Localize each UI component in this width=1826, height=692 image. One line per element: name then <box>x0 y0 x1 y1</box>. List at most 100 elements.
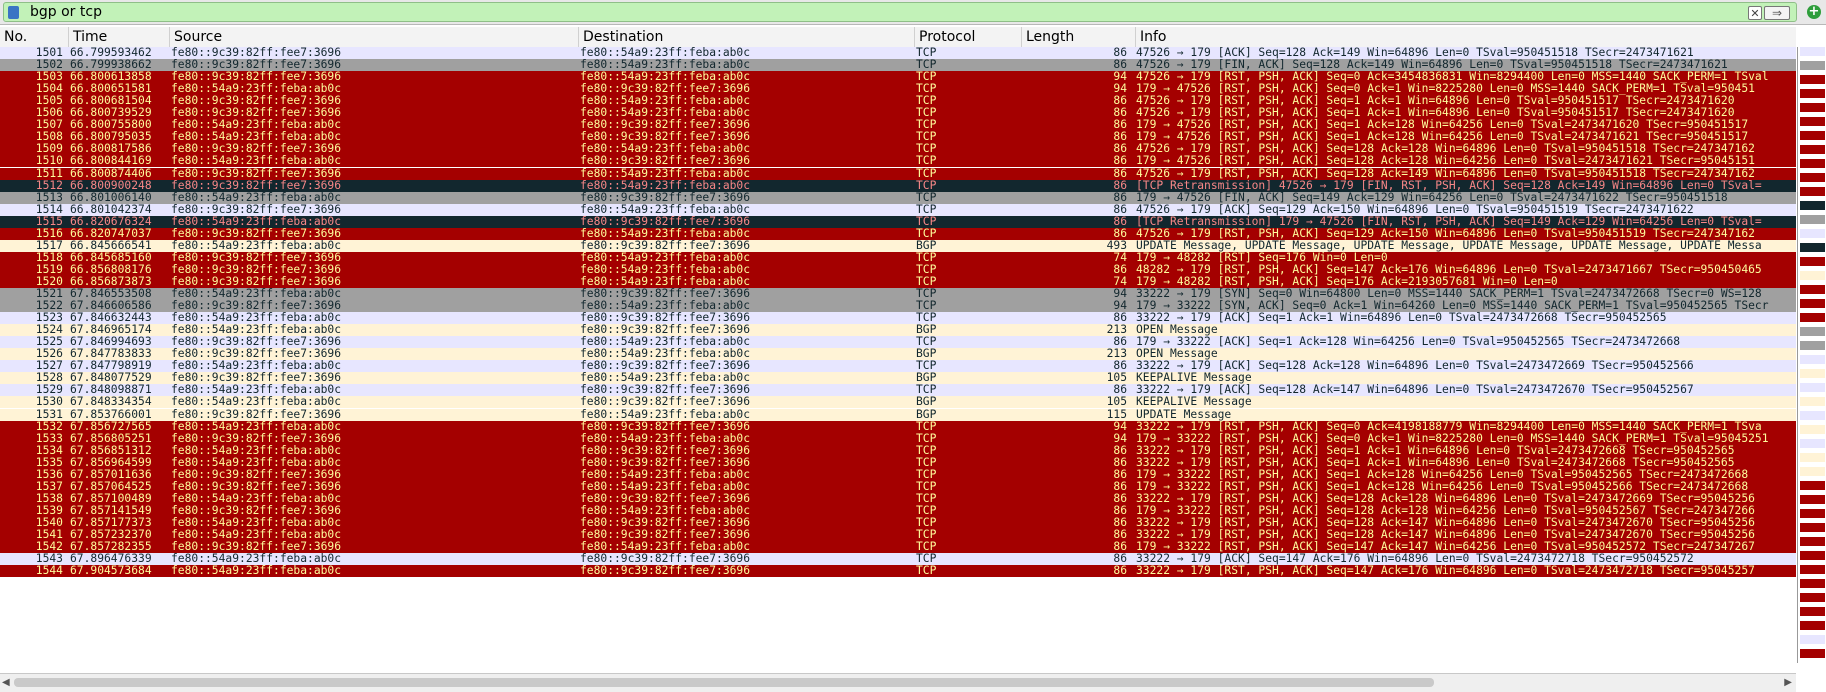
column-header-time[interactable]: Time <box>68 27 169 47</box>
packet-cell-len: 86 <box>1113 227 1127 240</box>
packet-cell-dst: fe80::54a9:23ff:feba:ab0c <box>580 71 751 84</box>
packet-cell-time: 66.801042374 <box>70 203 152 216</box>
packet-row[interactable]: 1528 67.848077529 fe80::9c39:82ff:fee7:369… <box>0 372 1796 385</box>
column-header-no[interactable]: No. <box>0 27 68 47</box>
packet-cell-no: 1511 <box>35 167 63 180</box>
column-header-source[interactable]: Source <box>169 27 578 47</box>
packet-cell-proto: TCP <box>916 336 937 349</box>
packet-row[interactable]: 1523 67.846632443 fe80::54a9:23ff:feba:ab0… <box>0 312 1796 325</box>
packet-cell-time: 67.846965174 <box>70 324 152 337</box>
packet-row[interactable]: 1519 66.856808176 fe80::9c39:82ff:fee7:369… <box>0 263 1796 276</box>
packet-cell-dst: fe80::54a9:23ff:feba:ab0c <box>580 300 751 313</box>
packet-row[interactable]: 1501 66.799593462 fe80::9c39:82ff:fee7:369… <box>0 47 1796 60</box>
packet-cell-info: 179 → 47526 [RST, PSH, ACK] Seq=128 Ack=… <box>1136 155 1755 168</box>
packet-cell-dst: fe80::54a9:23ff:feba:ab0c <box>580 372 751 385</box>
packet-cell-no: 1506 <box>35 107 63 120</box>
packet-cell-no: 1528 <box>35 372 63 385</box>
packet-row[interactable]: 1538 67.857100489 fe80::54a9:23ff:feba:ab0… <box>0 492 1796 505</box>
apply-filter-icon[interactable]: ⇒ <box>1764 6 1790 20</box>
packet-row[interactable]: 1517 66.845666541 fe80::54a9:23ff:feba:ab0… <box>0 239 1796 252</box>
packet-cell-proto: TCP <box>916 384 937 397</box>
packet-row[interactable]: 1541 67.857232370 fe80::54a9:23ff:feba:ab0… <box>0 529 1796 542</box>
column-header-length[interactable]: Length <box>1021 27 1135 47</box>
column-header-protocol[interactable]: Protocol <box>914 27 1021 47</box>
clear-filter-icon[interactable]: ✕ <box>1748 6 1762 20</box>
packet-row[interactable]: 1513 66.801006140 fe80::54a9:23ff:feba:ab0… <box>0 191 1796 204</box>
packet-cell-len: 213 <box>1106 324 1127 337</box>
minimap-mark <box>1800 187 1825 196</box>
filter-bookmark-icon[interactable] <box>8 6 19 19</box>
scroll-left-icon[interactable]: ◀ <box>2 677 10 688</box>
column-header-info[interactable]: Info <box>1135 27 1796 47</box>
packet-row[interactable]: 1543 67.896476339 fe80::54a9:23ff:feba:ab0… <box>0 553 1796 566</box>
scrollbar-thumb[interactable] <box>14 678 1434 687</box>
column-header-destination[interactable]: Destination <box>578 27 914 47</box>
packet-row[interactable]: 1532 67.856727565 fe80::54a9:23ff:feba:ab0… <box>0 420 1796 433</box>
packet-row[interactable]: 1535 67.856964599 fe80::54a9:23ff:feba:ab0… <box>0 456 1796 469</box>
packet-row[interactable]: 1510 66.800844169 fe80::54a9:23ff:feba:ab0… <box>0 155 1796 168</box>
packet-cell-src: fe80::9c39:82ff:fee7:3696 <box>171 504 342 517</box>
packet-row[interactable]: 1508 66.800795035 fe80::54a9:23ff:feba:ab0… <box>0 131 1796 144</box>
packet-cell-info: 33222 → 179 [ACK] Seq=147 Ack=176 Win=64… <box>1136 553 1694 566</box>
packet-cell-no: 1544 <box>35 565 63 578</box>
display-filter-input[interactable]: bgp or tcp ✕ ⇒ <box>3 2 1797 22</box>
packet-cell-src: fe80::9c39:82ff:fee7:3696 <box>171 203 342 216</box>
packet-list[interactable]: 1501 66.799593462 fe80::9c39:82ff:fee7:369… <box>0 47 1796 663</box>
packet-cell-proto: TCP <box>916 300 937 313</box>
packet-row[interactable]: 1505 66.800681504 fe80::9c39:82ff:fee7:369… <box>0 95 1796 108</box>
packet-row[interactable]: 1518 66.845685160 fe80::9c39:82ff:fee7:369… <box>0 251 1796 264</box>
packet-row[interactable]: 1516 66.820747037 fe80::9c39:82ff:fee7:369… <box>0 227 1796 240</box>
packet-row[interactable]: 1526 67.847783833 fe80::9c39:82ff:fee7:369… <box>0 348 1796 361</box>
packet-cell-src: fe80::9c39:82ff:fee7:3696 <box>171 71 342 84</box>
packet-row[interactable]: 1524 67.846965174 fe80::54a9:23ff:feba:ab0… <box>0 324 1796 337</box>
packet-cell-proto: TCP <box>916 143 937 156</box>
packet-row[interactable]: 1502 66.799938662 fe80::9c39:82ff:fee7:369… <box>0 59 1796 72</box>
packet-cell-len: 493 <box>1106 239 1127 252</box>
packet-row[interactable]: 1539 67.857141549 fe80::9c39:82ff:fee7:369… <box>0 504 1796 517</box>
packet-row[interactable]: 1504 66.800651581 fe80::54a9:23ff:feba:ab0… <box>0 83 1796 96</box>
packet-row[interactable]: 1544 67.904573684 fe80::54a9:23ff:feba:ab0… <box>0 565 1796 578</box>
packet-row[interactable]: 1527 67.847798919 fe80::54a9:23ff:feba:ab0… <box>0 360 1796 373</box>
packet-minimap-scrollbar[interactable] <box>1797 47 1826 663</box>
packet-cell-dst: fe80::54a9:23ff:feba:ab0c <box>580 167 751 180</box>
packet-row[interactable]: 1521 67.846553508 fe80::54a9:23ff:feba:ab0… <box>0 288 1796 301</box>
packet-row[interactable]: 1512 66.800900248 fe80::9c39:82ff:fee7:369… <box>0 179 1796 192</box>
packet-row[interactable]: 1507 66.800755800 fe80::54a9:23ff:feba:ab0… <box>0 119 1796 132</box>
packet-cell-src: fe80::54a9:23ff:feba:ab0c <box>171 516 342 529</box>
packet-row[interactable]: 1514 66.801042374 fe80::9c39:82ff:fee7:369… <box>0 203 1796 216</box>
packet-cell-dst: fe80::9c39:82ff:fee7:3696 <box>580 396 751 409</box>
packet-row[interactable]: 1506 66.800739529 fe80::9c39:82ff:fee7:369… <box>0 107 1796 120</box>
packet-cell-time: 67.857064525 <box>70 480 152 493</box>
packet-row[interactable]: 1530 67.848334354 fe80::54a9:23ff:feba:ab0… <box>0 396 1796 409</box>
packet-row[interactable]: 1537 67.857064525 fe80::9c39:82ff:fee7:369… <box>0 480 1796 493</box>
add-filter-button-icon[interactable]: + <box>1807 5 1821 19</box>
packet-row[interactable]: 1522 67.846606586 fe80::9c39:82ff:fee7:369… <box>0 300 1796 313</box>
packet-row[interactable]: 1515 66.820676324 fe80::54a9:23ff:feba:ab0… <box>0 215 1796 228</box>
packet-row[interactable]: 1533 67.856805251 fe80::9c39:82ff:fee7:369… <box>0 432 1796 445</box>
scroll-right-icon[interactable]: ▶ <box>1784 677 1792 688</box>
packet-row[interactable]: 1509 66.800817586 fe80::9c39:82ff:fee7:369… <box>0 143 1796 156</box>
packet-cell-time: 67.904573684 <box>70 565 152 578</box>
packet-row[interactable]: 1531 67.853766001 fe80::9c39:82ff:fee7:369… <box>0 408 1796 421</box>
packet-row[interactable]: 1540 67.857177373 fe80::54a9:23ff:feba:ab0… <box>0 516 1796 529</box>
packet-cell-proto: BGP <box>916 408 937 421</box>
packet-cell-time: 66.800613858 <box>70 71 152 84</box>
packet-row[interactable]: 1534 67.856851312 fe80::54a9:23ff:feba:ab0… <box>0 444 1796 457</box>
packet-cell-info: 33222 → 179 [RST, PSH, ACK] Seq=1 Ack=1 … <box>1136 456 1735 469</box>
packet-cell-info: 47526 → 179 [RST, PSH, ACK] Seq=1 Ack=1 … <box>1136 95 1735 108</box>
packet-row[interactable]: 1503 66.800613858 fe80::9c39:82ff:fee7:369… <box>0 71 1796 84</box>
packet-row[interactable]: 1529 67.848098871 fe80::54a9:23ff:feba:ab0… <box>0 384 1796 397</box>
packet-row[interactable]: 1525 67.846994693 fe80::9c39:82ff:fee7:369… <box>0 336 1796 349</box>
minimap-mark <box>1800 369 1825 378</box>
packet-row[interactable]: 1520 66.856873873 fe80::9c39:82ff:fee7:369… <box>0 275 1796 288</box>
packet-row[interactable]: 1542 67.857282355 fe80::9c39:82ff:fee7:369… <box>0 541 1796 554</box>
horizontal-scrollbar[interactable]: ◀ ▶ <box>0 673 1796 692</box>
packet-cell-src: fe80::9c39:82ff:fee7:3696 <box>171 179 342 192</box>
filter-text[interactable]: bgp or tcp <box>30 4 102 21</box>
packet-row[interactable]: 1536 67.857011636 fe80::9c39:82ff:fee7:369… <box>0 468 1796 481</box>
packet-cell-len: 94 <box>1113 432 1127 445</box>
packet-cell-len: 86 <box>1113 312 1127 325</box>
packet-cell-dst: fe80::54a9:23ff:feba:ab0c <box>580 107 751 120</box>
packet-cell-proto: TCP <box>916 155 937 168</box>
packet-row[interactable]: 1511 66.800874406 fe80::9c39:82ff:fee7:369… <box>0 167 1796 180</box>
